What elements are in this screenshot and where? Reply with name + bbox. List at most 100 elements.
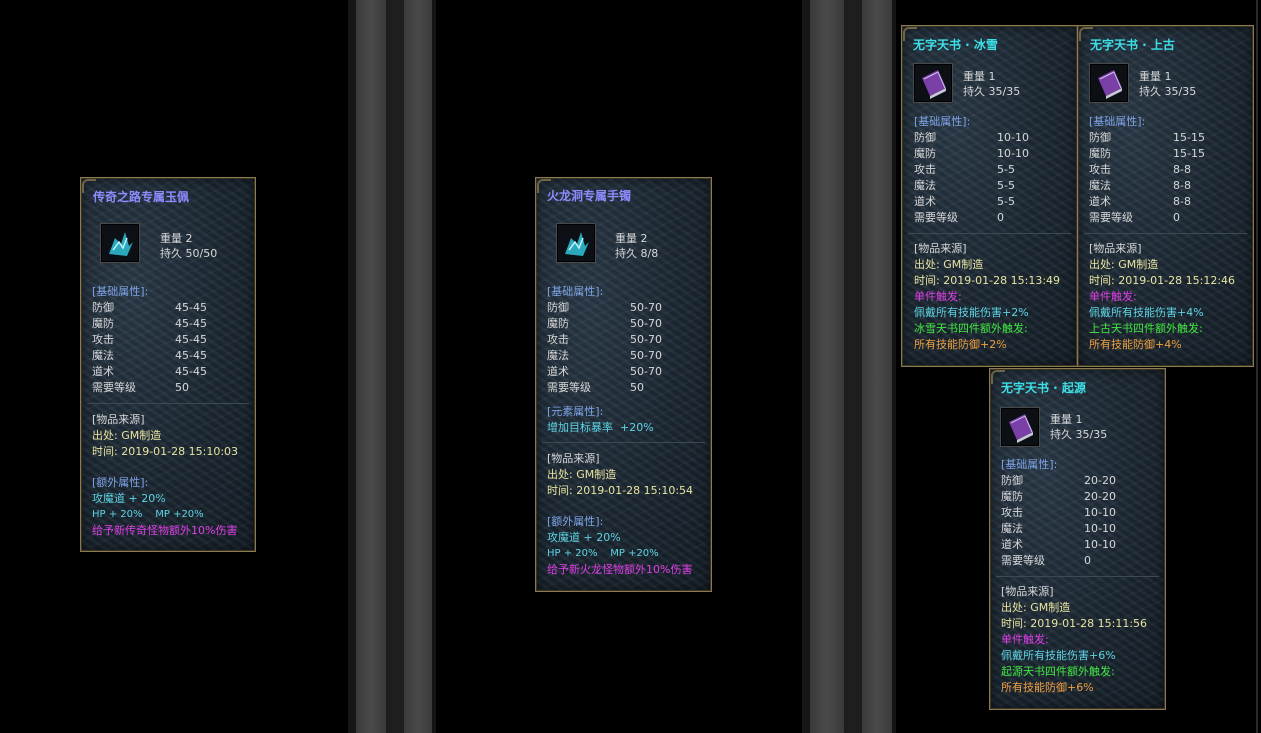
section-divider [87, 403, 249, 404]
item-origin: 出处: GM制造 [1089, 258, 1159, 271]
stat-value: 10-10 [1084, 538, 1116, 551]
set-trigger-header: 上古天书四件额外触发: [1089, 322, 1203, 335]
single-trigger-header: 单件触发: [1001, 633, 1049, 646]
stat-label: 魔防 [1089, 147, 1111, 160]
stat-label: 道术 [1001, 538, 1023, 551]
stat-label: 魔法 [1001, 522, 1023, 535]
item-weight: 重量 1 [1050, 413, 1083, 426]
section-divider [542, 442, 705, 443]
stat-value: 50-70 [630, 317, 662, 330]
single-trigger-header: 单件触发: [1089, 290, 1137, 303]
item-title: 无字天书 · 起源 [1001, 381, 1086, 395]
stat-label: 道术 [547, 365, 569, 378]
stat-label: 攻击 [1001, 506, 1023, 519]
extra-attribute-bonus: 给予新传奇怪物额外10%伤害 [92, 524, 238, 537]
stat-label: 道术 [92, 365, 114, 378]
stat-label: 需要等级 [547, 381, 591, 394]
item-weight: 重量 1 [1139, 70, 1172, 83]
item-origin: 出处: GM制造 [1001, 601, 1071, 614]
skill-book-icon [1089, 63, 1129, 103]
set-trigger-effect: 所有技能防御+2% [914, 338, 1007, 351]
stat-label: 需要等级 [914, 211, 958, 224]
stat-value: 10-10 [997, 147, 1029, 160]
set-trigger-header: 冰雪天书四件额外触发: [914, 322, 1028, 335]
stat-label: 防御 [547, 301, 569, 314]
item-durability: 持久 35/35 [963, 85, 1021, 98]
item-tooltip-bracelet: 火龙洞专属手镯 重量 2 持久 8/8 [基础属性]: 防御 50-70 魔防 … [535, 177, 712, 592]
right-edge-divider [1256, 0, 1258, 733]
item-origin: 出处: GM制造 [547, 468, 617, 481]
item-tooltip-book-ancient: 无字天书 · 上古 重量 1 持久 35/35 [基础属性]: 防御 15-15… [1077, 25, 1254, 367]
item-weight: 重量 2 [160, 232, 193, 245]
stat-value: 50-70 [630, 349, 662, 362]
extra-attribute: HP + 20% MP +20% [547, 548, 659, 559]
stat-value: 50 [175, 381, 189, 394]
base-attributes-header: [基础属性]: [1089, 115, 1146, 128]
base-attributes-header: [基础属性]: [547, 285, 604, 298]
stat-label: 防御 [1001, 474, 1023, 487]
stat-label: 魔法 [914, 179, 936, 192]
bracelet-icon [556, 223, 596, 263]
section-divider [1084, 233, 1247, 234]
stat-label: 需要等级 [1089, 211, 1133, 224]
item-source-header: [物品来源] [1089, 242, 1142, 255]
skill-book-icon [913, 63, 953, 103]
set-trigger-effect: 所有技能防御+4% [1089, 338, 1182, 351]
stat-label: 防御 [1089, 131, 1111, 144]
stat-value: 15-15 [1173, 131, 1205, 144]
item-timestamp: 时间: 2019-01-28 15:12:46 [1089, 274, 1236, 287]
element-attribute: 增加目标暴率 +20% [547, 421, 654, 434]
base-attributes-header: [基础属性]: [92, 285, 149, 298]
item-timestamp: 时间: 2019-01-28 15:10:03 [92, 445, 239, 458]
item-timestamp: 时间: 2019-01-28 15:11:56 [1001, 617, 1148, 630]
background-pillar-right [802, 0, 896, 733]
item-durability: 持久 50/50 [160, 247, 218, 260]
stat-value: 50-70 [630, 333, 662, 346]
item-tooltip-jade-pendant: 传奇之路专属玉佩 重量 2 持久 50/50 [基础属性]: 防御 45-45 … [80, 177, 256, 552]
stat-label: 道术 [1089, 195, 1111, 208]
stat-label: 魔法 [1089, 179, 1111, 192]
extra-attributes-header: [额外属性]: [547, 515, 604, 528]
stat-value: 5-5 [997, 163, 1015, 176]
stat-label: 魔法 [547, 349, 569, 362]
stat-value: 50-70 [630, 365, 662, 378]
stat-value: 8-8 [1173, 195, 1191, 208]
stat-label: 攻击 [92, 333, 114, 346]
stat-value: 45-45 [175, 365, 207, 378]
item-source-header: [物品来源] [914, 242, 967, 255]
section-divider [908, 233, 1071, 234]
stat-value: 20-20 [1084, 474, 1116, 487]
stat-value: 20-20 [1084, 490, 1116, 503]
item-title: 无字天书 · 冰雪 [913, 38, 998, 52]
item-tooltip-book-origin: 无字天书 · 起源 重量 1 持久 35/35 [基础属性]: 防御 20-20… [989, 368, 1166, 710]
stat-value: 10-10 [1084, 522, 1116, 535]
item-durability: 持久 35/35 [1050, 428, 1108, 441]
item-weight: 重量 1 [963, 70, 996, 83]
stat-label: 魔防 [914, 147, 936, 160]
item-source-header: [物品来源] [92, 413, 145, 426]
stat-value: 50 [630, 381, 644, 394]
stat-value: 5-5 [997, 179, 1015, 192]
stat-value: 45-45 [175, 301, 207, 314]
base-attributes-header: [基础属性]: [1001, 458, 1058, 471]
item-durability: 持久 35/35 [1139, 85, 1197, 98]
stat-value: 10-10 [1084, 506, 1116, 519]
section-divider [996, 576, 1159, 577]
stat-value: 8-8 [1173, 179, 1191, 192]
stat-label: 防御 [914, 131, 936, 144]
jade-pendant-icon [100, 223, 140, 263]
item-timestamp: 时间: 2019-01-28 15:13:49 [914, 274, 1061, 287]
stat-value: 8-8 [1173, 163, 1191, 176]
stat-label: 攻击 [1089, 163, 1111, 176]
background-pillar-left [348, 0, 436, 733]
item-tooltip-book-ice: 无字天书 · 冰雪 重量 1 持久 35/35 [基础属性]: 防御 10-10… [901, 25, 1078, 367]
stat-label: 攻击 [547, 333, 569, 346]
stat-value: 45-45 [175, 349, 207, 362]
item-source-header: [物品来源] [1001, 585, 1054, 598]
extra-attribute: 攻魔道 + 20% [92, 492, 166, 505]
stat-value: 0 [997, 211, 1004, 224]
stat-label: 魔法 [92, 349, 114, 362]
stat-label: 需要等级 [1001, 554, 1045, 567]
extra-attribute-bonus: 给予新火龙怪物额外10%伤害 [547, 563, 693, 576]
single-trigger-effect: 佩戴所有技能伤害+4% [1089, 306, 1204, 319]
